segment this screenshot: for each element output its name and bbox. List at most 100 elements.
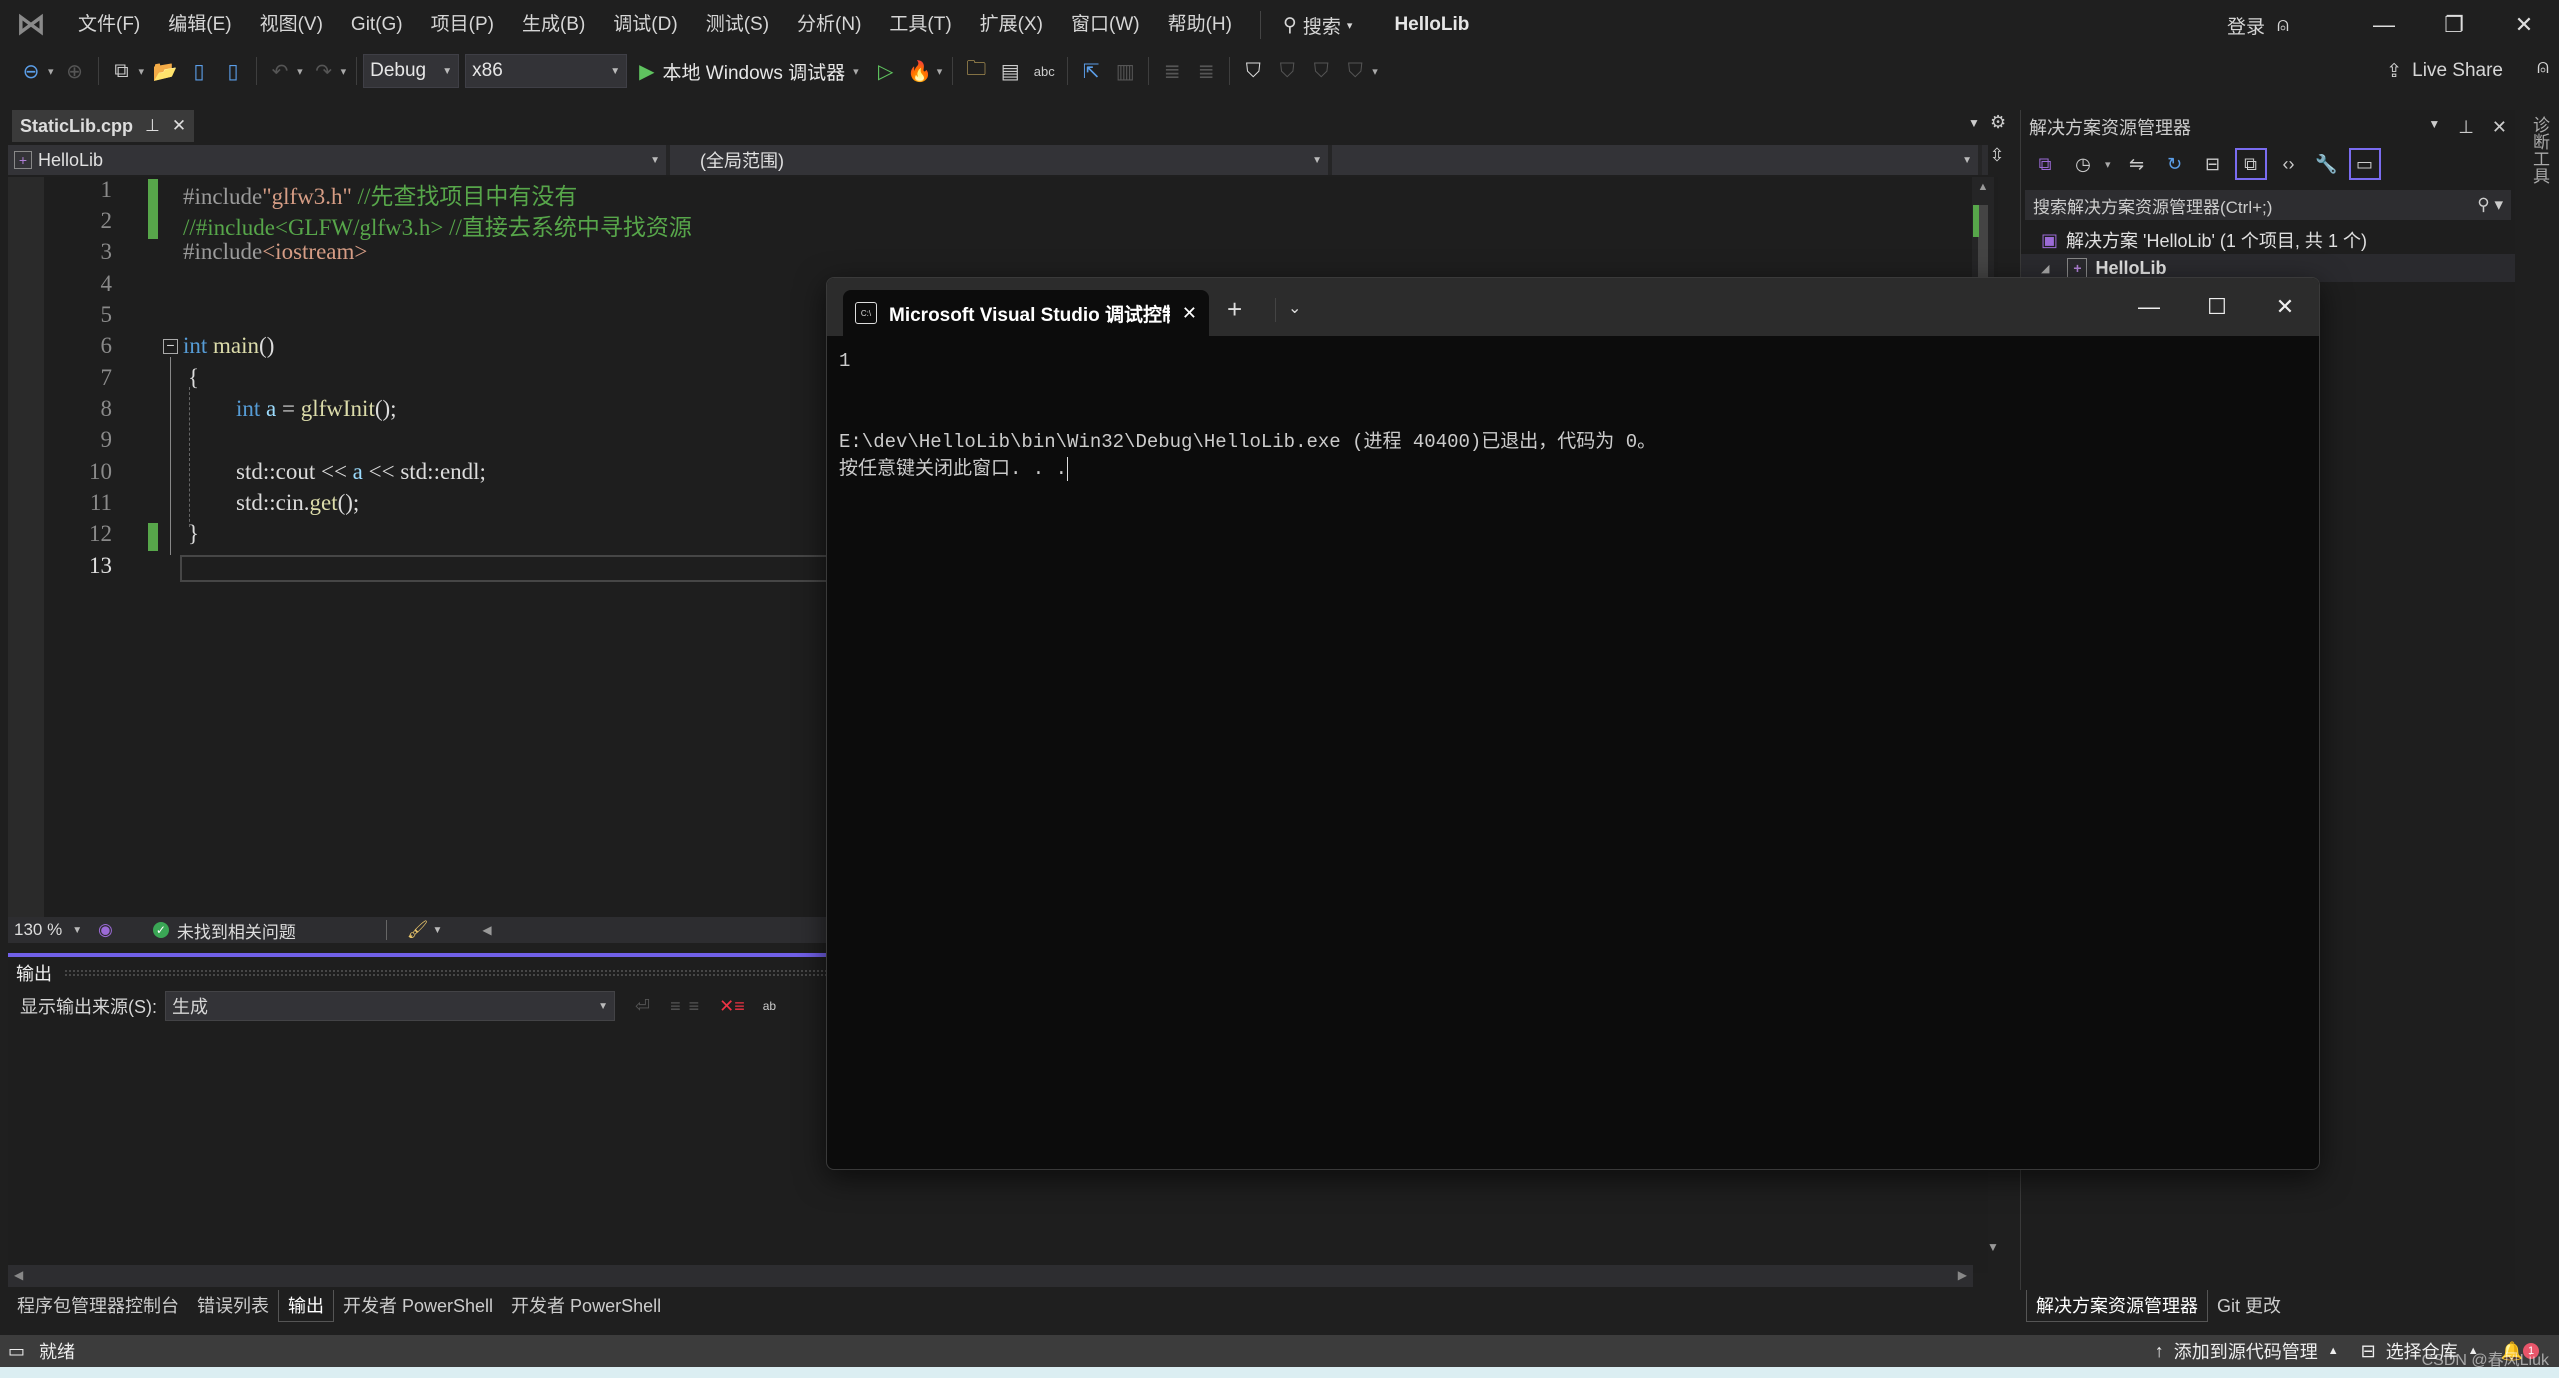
debug-console-window[interactable]: C:\ Microsoft Visual Studio 调试控制台 ✕ + ⌄ … xyxy=(826,277,2320,1170)
chevron-down-icon[interactable]: ▾ xyxy=(341,65,347,78)
undo-icon[interactable]: ↶ xyxy=(265,56,295,86)
platform-select[interactable]: x86 ▼ xyxy=(465,54,628,88)
switch-views-icon[interactable]: ⧉ xyxy=(2029,148,2061,180)
horizontal-scrollbar[interactable]: ◀ ▶ xyxy=(8,1265,1973,1287)
close-icon[interactable]: ✕ xyxy=(2492,117,2507,138)
close-icon[interactable]: ✕ xyxy=(172,116,186,136)
tab-output[interactable]: 输出 xyxy=(278,1290,334,1322)
scroll-left-icon[interactable]: ◀ xyxy=(14,1268,23,1282)
chevron-down-icon[interactable]: ▾ xyxy=(139,65,145,78)
scroll-down-icon[interactable]: ▼ xyxy=(1987,1240,1999,1254)
issues-status[interactable]: 未找到相关问题 xyxy=(177,918,296,943)
code-cleanup-icon[interactable]: 🖌 xyxy=(407,920,429,940)
chevron-down-icon[interactable]: ▼ xyxy=(432,925,442,936)
pin-icon[interactable]: ⊥ xyxy=(145,116,160,136)
tab-developer-powershell-2[interactable]: 开发者 PowerShell xyxy=(502,1290,670,1322)
sync-with-document-icon[interactable]: ⇋ xyxy=(2121,148,2153,180)
menu-file[interactable]: 文件(F) xyxy=(64,0,154,50)
feedback-icon[interactable]: ⍝ xyxy=(2537,56,2549,79)
gear-icon[interactable]: ⚙ xyxy=(1990,112,2006,133)
menu-analyze[interactable]: 分析(N) xyxy=(783,0,875,50)
bookmark-icon[interactable]: ⛉ xyxy=(1238,56,1268,86)
new-tab-button[interactable]: + xyxy=(1227,294,1242,325)
member-combo[interactable]: ▼ xyxy=(1332,145,1982,175)
scroll-left-icon[interactable]: ◀ xyxy=(482,923,491,937)
scroll-right-icon[interactable]: ▶ xyxy=(1958,1268,1967,1282)
menu-debug[interactable]: 调试(D) xyxy=(599,0,691,50)
cursor-icon[interactable]: ⇱ xyxy=(1076,56,1106,86)
redo-icon[interactable]: ↷ xyxy=(309,56,339,86)
minimize-button[interactable]: — xyxy=(2349,0,2419,50)
close-tab-icon[interactable]: ✕ xyxy=(1182,303,1197,324)
expand-arrow-icon[interactable]: ◢ xyxy=(2041,262,2049,275)
split-editor-icon[interactable]: ⇳ xyxy=(1986,145,2008,175)
navigate-back-icon[interactable]: ⊖ xyxy=(16,56,46,86)
collapse-all-icon[interactable]: ⊟ xyxy=(2197,148,2229,180)
toolbar-overflow-icon[interactable]: ▾ xyxy=(1372,65,1378,78)
console-tab[interactable]: C:\ Microsoft Visual Studio 调试控制台 ✕ xyxy=(843,290,1209,336)
console-maximize-button[interactable]: ☐ xyxy=(2183,278,2251,336)
start-debugging-button[interactable]: ▶ 本地 Windows 调试器 ▾ xyxy=(633,58,869,85)
menu-build[interactable]: 生成(B) xyxy=(508,0,599,50)
zoom-combo[interactable]: 130 % ▼ xyxy=(8,920,98,940)
show-all-files-icon[interactable]: ⧉ xyxy=(2234,148,2267,180)
format-icon[interactable]: ▥ xyxy=(1110,56,1140,86)
prev-message-icon[interactable]: ≡ xyxy=(670,996,681,1017)
close-button[interactable]: ✕ xyxy=(2489,0,2559,50)
prev-bookmark-icon[interactable]: ⛉ xyxy=(1272,56,1302,86)
tab-dropdown-button[interactable]: ⌄ xyxy=(1275,298,1301,322)
window-layout-icon[interactable]: ▤ xyxy=(995,56,1025,86)
tab-staticlib-cpp[interactable]: StaticLib.cpp ⊥ ✕ xyxy=(12,110,195,142)
save-all-icon[interactable]: ▯ xyxy=(218,56,248,86)
live-share-button[interactable]: ⇪ Live Share xyxy=(2386,50,2503,92)
view-code-icon[interactable]: ‹› xyxy=(2273,148,2305,180)
menu-git[interactable]: Git(G) xyxy=(337,0,417,50)
console-close-button[interactable]: ✕ xyxy=(2251,278,2319,336)
next-message-icon[interactable]: ≡ xyxy=(689,996,700,1017)
find-message-icon[interactable]: ⏎ xyxy=(635,996,650,1017)
menu-window[interactable]: 窗口(W) xyxy=(1057,0,1154,50)
open-file-icon[interactable]: 📂 xyxy=(150,56,180,86)
login-button[interactable]: 登录 xyxy=(2227,12,2265,39)
scroll-up-icon[interactable]: ▲ xyxy=(1972,181,1994,193)
chevron-down-icon[interactable]: ▾ xyxy=(297,65,303,78)
menu-edit[interactable]: 编辑(E) xyxy=(154,0,245,50)
tab-error-list[interactable]: 错误列表 xyxy=(188,1290,278,1322)
tab-developer-powershell[interactable]: 开发者 PowerShell xyxy=(334,1290,502,1322)
refresh-icon[interactable]: ↻ xyxy=(2159,148,2191,180)
restore-button[interactable]: ❐ xyxy=(2419,0,2489,50)
tab-package-manager-console[interactable]: 程序包管理器控制台 xyxy=(8,1290,188,1322)
preview-selected-icon[interactable]: ▭ xyxy=(2348,148,2381,180)
search-button[interactable]: ⚲ 搜索 ▾ xyxy=(1271,12,1364,39)
menu-project[interactable]: 项目(P) xyxy=(417,0,508,50)
tab-git-changes[interactable]: Git 更改 xyxy=(2208,1290,2290,1322)
menu-help[interactable]: 帮助(H) xyxy=(1154,0,1246,50)
collapse-icon[interactable]: − xyxy=(163,338,178,354)
word-wrap-icon[interactable]: ab xyxy=(763,999,776,1013)
menu-extensions[interactable]: 扩展(X) xyxy=(966,0,1057,50)
menu-view[interactable]: 视图(V) xyxy=(246,0,337,50)
add-account-icon[interactable]: ⍝ xyxy=(2277,14,2289,37)
add-to-source-control-button[interactable]: ↑ 添加到源代码管理 ▲ xyxy=(2155,1338,2339,1364)
next-bookmark-icon[interactable]: ⛉ xyxy=(1306,56,1336,86)
chevron-down-icon[interactable]: ▾ xyxy=(48,65,54,78)
search-icon[interactable]: ⚲ ▾ xyxy=(2477,195,2503,215)
start-without-debugging-icon[interactable]: ▷ xyxy=(871,56,901,86)
clear-all-icon[interactable]: ✕≡ xyxy=(719,996,745,1017)
uncomment-icon[interactable]: ≣ xyxy=(1191,56,1221,86)
spell-check-icon[interactable]: abc xyxy=(1029,56,1059,86)
chevron-down-icon[interactable]: ▾ xyxy=(2105,158,2111,171)
navigate-forward-icon[interactable]: ⊕ xyxy=(60,56,90,86)
window-position-icon[interactable]: ▼ xyxy=(2428,117,2440,138)
solution-search-input[interactable]: 搜索解决方案资源管理器(Ctrl+;) ⚲ ▾ xyxy=(2025,190,2511,220)
comment-icon[interactable]: ≣ xyxy=(1157,56,1187,86)
tab-list-dropdown-icon[interactable]: ▼ xyxy=(1968,116,1980,130)
save-icon[interactable]: ▯ xyxy=(184,56,214,86)
menu-tools[interactable]: 工具(T) xyxy=(875,0,965,50)
solution-node[interactable]: ▣ 解决方案 'HelloLib' (1 个项目, 共 1 个) xyxy=(2021,226,2515,254)
console-titlebar[interactable]: C:\ Microsoft Visual Studio 调试控制台 ✕ + ⌄ … xyxy=(827,278,2319,336)
project-combo[interactable]: + HelloLib ▼ xyxy=(8,145,670,175)
new-project-icon[interactable]: ⧉ xyxy=(107,56,137,86)
find-in-files-icon[interactable]: 🗀 xyxy=(961,56,991,86)
diagnostic-tools-side-tab[interactable]: 诊断工具 xyxy=(2522,110,2552,190)
